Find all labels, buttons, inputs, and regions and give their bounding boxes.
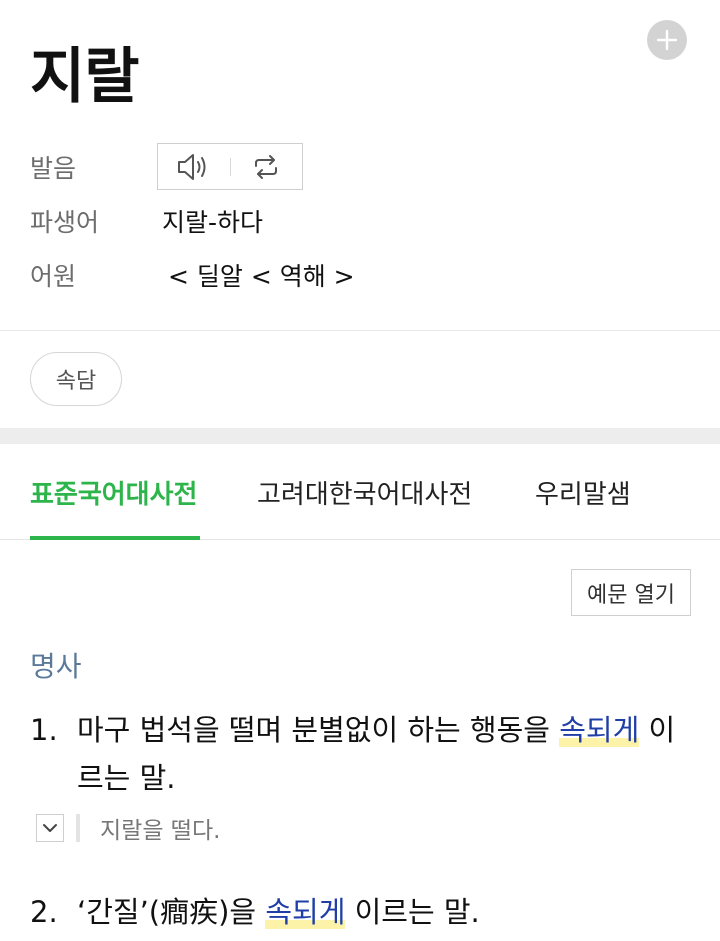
repeat-icon bbox=[255, 154, 278, 179]
derivative-row: 파생어 지랄-하다 bbox=[30, 201, 263, 241]
pronunciation-row: 발음 bbox=[30, 147, 162, 187]
definition-text: 마구 법석을 떨며 분별없이 하는 행동을 bbox=[77, 713, 560, 747]
derivative-label: 파생어 bbox=[30, 208, 100, 237]
etymology-row: 어원 < 딜알 < 역해 > bbox=[30, 255, 355, 295]
example-quote-bar bbox=[76, 814, 80, 842]
etymology-value: < 딜알 < 역해 > bbox=[168, 262, 355, 291]
section-divider bbox=[0, 330, 720, 331]
proverb-chip[interactable]: 속담 bbox=[30, 352, 122, 406]
sense-number: 1. bbox=[30, 713, 58, 747]
tab-korea-university-dictionary[interactable]: 고려대한국어대사전 bbox=[257, 474, 472, 511]
headword: 지랄 bbox=[30, 42, 139, 112]
derivative-value[interactable]: 지랄-하다 bbox=[162, 203, 263, 239]
dictionary-page: 지랄 발음 파생어 지랄-하다 어원 < 딜알 < 역해 > 속담 표준국어대사… bbox=[0, 0, 720, 941]
play-pronunciation-button[interactable] bbox=[158, 144, 230, 189]
definition-text: ‘간질’(癎疾)을 bbox=[77, 895, 266, 929]
sense-number: 2. bbox=[30, 895, 58, 929]
pronunciation-label: 발음 bbox=[30, 154, 77, 183]
sense-definition: 마구 법석을 떨며 분별없이 하는 행동을 속되게 이르는 말. bbox=[77, 706, 677, 802]
etymology-label: 어원 bbox=[30, 262, 77, 291]
speaker-icon bbox=[177, 153, 206, 180]
chevron-down-icon bbox=[43, 824, 57, 832]
pronunciation-controls bbox=[157, 143, 303, 190]
example-toggle-button[interactable] bbox=[36, 814, 64, 842]
dictionary-tabs: 표준국어대사전 고려대한국어대사전 우리말샘 bbox=[0, 444, 720, 540]
part-of-speech: 명사 bbox=[30, 650, 82, 683]
usage-link[interactable]: 속되게 bbox=[559, 713, 640, 747]
sense-item: 1. 마구 법석을 떨며 분별없이 하는 행동을 속되게 이르는 말. bbox=[30, 706, 677, 802]
repeat-pronunciation-button[interactable] bbox=[231, 144, 303, 189]
add-to-wordbook-button[interactable] bbox=[647, 20, 687, 60]
example-sentence: 지랄을 떨다. bbox=[100, 818, 221, 844]
plus-icon bbox=[656, 29, 678, 51]
example-row: 지랄을 떨다. bbox=[36, 812, 220, 844]
usage-link[interactable]: 속되게 bbox=[265, 895, 346, 929]
sense-item: 2. ‘간질’(癎疾)을 속되게 이르는 말. bbox=[30, 888, 677, 936]
open-examples-button[interactable]: 예문 열기 bbox=[571, 569, 691, 616]
tab-urimalsaem[interactable]: 우리말샘 bbox=[535, 474, 631, 511]
active-tab-indicator bbox=[30, 536, 200, 540]
sense-definition: ‘간질’(癎疾)을 속되게 이르는 말. bbox=[77, 888, 677, 936]
tab-standard-korean-dictionary[interactable]: 표준국어대사전 bbox=[30, 474, 197, 511]
section-band bbox=[0, 428, 720, 444]
definition-text: 이르는 말. bbox=[345, 895, 480, 929]
